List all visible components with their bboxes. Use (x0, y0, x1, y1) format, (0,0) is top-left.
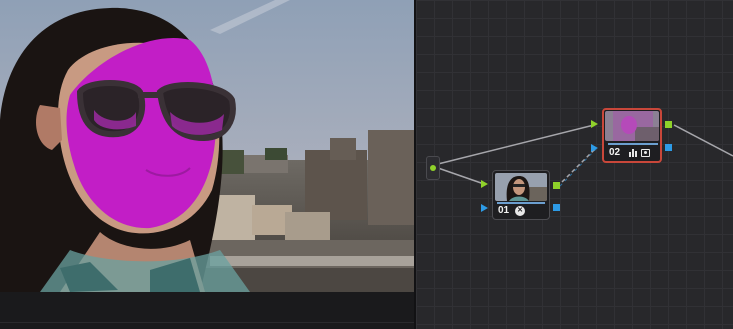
node-01-key-output[interactable] (553, 204, 560, 211)
link-key-dash (559, 147, 598, 187)
node-02[interactable]: 02 (602, 108, 662, 163)
link-02-output (673, 124, 733, 157)
node-01-rgb-input[interactable] (481, 180, 488, 188)
node-01-rgb-output[interactable] (553, 182, 560, 189)
node-02-thumbnail (605, 111, 659, 141)
node-02-rgb-output[interactable] (665, 121, 672, 128)
node-01-progress-bar (497, 202, 545, 204)
node-02-key-output[interactable] (665, 144, 672, 151)
source-output-dot[interactable] (430, 165, 436, 171)
link-source-to-01 (437, 167, 485, 185)
source-input-node[interactable] (426, 156, 440, 180)
node-02-label: 02 (609, 147, 621, 158)
fx-icon: ✕ (515, 206, 525, 216)
node-editor[interactable] (416, 0, 733, 329)
node-01-key-input[interactable] (481, 204, 488, 212)
node-02-key-input[interactable] (591, 144, 598, 152)
preview-frame (0, 0, 414, 292)
node-02-progress-bar (608, 143, 658, 145)
viewer-divider-line (0, 322, 414, 323)
node-02-icons (629, 147, 650, 159)
color-page: 01 ✕ 02 (0, 0, 733, 329)
node-connections (437, 124, 733, 187)
link-source-to-02 (437, 124, 595, 165)
node-01[interactable]: 01 ✕ (492, 170, 550, 220)
node-01-icons: ✕ (515, 205, 525, 217)
viewer-panel (0, 0, 414, 329)
node-01-thumbnail (495, 173, 547, 201)
viewer-image[interactable] (0, 0, 414, 292)
curves-icon (629, 149, 637, 157)
node-01-label: 01 (498, 205, 510, 216)
qualifier-icon (641, 149, 650, 157)
node-02-rgb-input[interactable] (591, 120, 598, 128)
link-01-to-02-key (561, 147, 597, 183)
viewer-timeline-strip (0, 292, 414, 329)
